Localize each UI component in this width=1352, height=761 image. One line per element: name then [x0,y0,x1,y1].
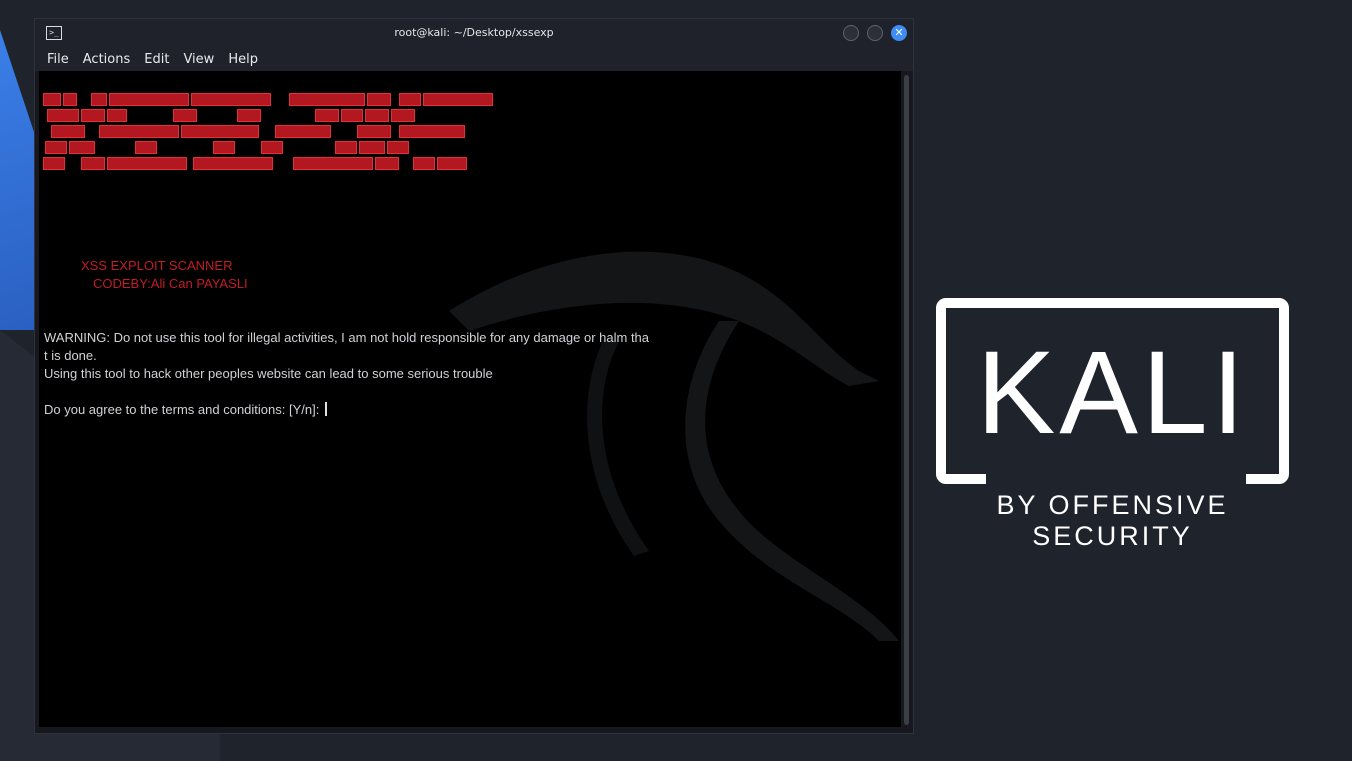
ascii-banner [43,93,495,173]
window-titlebar[interactable]: >_ root@kali: ~/Desktop/xssexp ✕ [35,19,913,47]
warning-line-1: WARNING: Do not use this tool for illega… [44,330,650,345]
maximize-button[interactable] [867,25,883,41]
menu-actions[interactable]: Actions [83,52,131,67]
menu-view[interactable]: View [183,52,214,67]
kali-dragon-watermark [449,251,899,641]
tool-name-text: XSS EXPLOIT SCANNER [81,258,233,273]
minimize-button[interactable] [843,25,859,41]
kali-logo-word: KALI [976,327,1249,459]
kali-logo-tagline: BY OFFENSIVE SECURITY [996,490,1229,551]
menu-bar: File Actions Edit View Help [35,47,913,71]
warning-line-2: t is done. [44,348,97,363]
terms-prompt-line[interactable]: Do you agree to the terms and conditions… [44,401,327,419]
terms-prompt: Do you agree to the terms and conditions… [44,402,323,417]
terminal-scrollbar[interactable] [904,75,909,725]
kali-logo: KALI BY OFFENSIVE SECURITY [936,298,1289,552]
window-title: root@kali: ~/Desktop/xssexp [394,26,554,39]
warning-line-3: Using this tool to hack other peoples we… [44,366,493,381]
menu-edit[interactable]: Edit [144,52,169,67]
terminal-output[interactable]: XSS EXPLOIT SCANNER CODEBY:Ali Can PAYAS… [39,71,901,727]
menu-file[interactable]: File [47,52,69,67]
terminal-window: >_ root@kali: ~/Desktop/xssexp ✕ File Ac… [34,18,914,734]
text-cursor [324,402,327,416]
menu-help[interactable]: Help [228,52,258,67]
author-text: CODEBY:Ali Can PAYASLI [93,276,248,291]
close-button[interactable]: ✕ [891,25,907,41]
kali-logo-frame: KALI [936,298,1289,484]
